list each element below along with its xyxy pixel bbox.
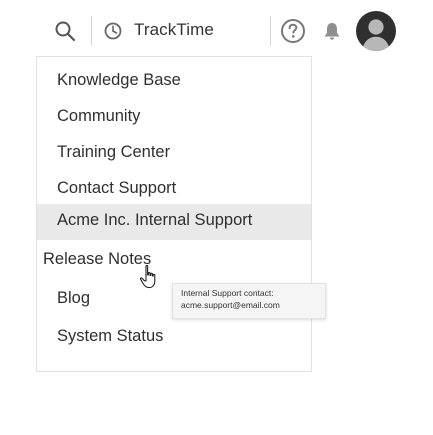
menu-item-label: Acme Inc. Internal Support — [57, 211, 253, 229]
menu-item-internal-support[interactable]: Acme Inc. Internal Support — [37, 204, 311, 240]
menu-item-label: Community — [57, 107, 141, 125]
menu-item-contact-support[interactable]: Contact Support — [37, 173, 311, 207]
menu-item-release-notes[interactable]: Release Notes — [37, 243, 311, 277]
help-icon[interactable] — [280, 18, 306, 44]
menu-item-system-status[interactable]: System Status — [37, 321, 311, 355]
top-navigation-bar: TrackTime — [0, 0, 433, 62]
menu-item-label: Release Notes — [43, 250, 152, 268]
product-switcher-label[interactable]: TrackTime — [134, 20, 214, 40]
toolbar-divider — [270, 16, 271, 46]
menu-item-label: Knowledge Base — [57, 71, 181, 89]
menu-item-label: System Status — [57, 327, 164, 345]
menu-item-label: Blog — [57, 289, 91, 307]
tooltip-email: acme.support@email.com — [181, 300, 280, 310]
bell-icon[interactable] — [321, 20, 343, 42]
menu-item-community[interactable]: Community — [37, 101, 311, 135]
help-dropdown-menu: Knowledge Base Community Training Center… — [36, 56, 312, 372]
search-icon[interactable] — [54, 20, 76, 42]
tooltip-title: Internal Support contact: — [181, 288, 274, 298]
hand-pointer-cursor-icon — [139, 264, 156, 289]
toolbar-divider — [91, 16, 92, 46]
menu-item-knowledge-base[interactable]: Knowledge Base — [37, 65, 311, 99]
internal-support-tooltip: Internal Support contact: acme.support@e… — [172, 283, 326, 319]
user-silhouette-icon — [362, 19, 390, 51]
menu-item-label: Training Center — [57, 143, 171, 161]
menu-item-label: Contact Support — [57, 179, 177, 197]
user-avatar[interactable] — [356, 11, 396, 51]
clock-icon — [104, 22, 122, 40]
menu-item-training-center[interactable]: Training Center — [37, 137, 311, 171]
